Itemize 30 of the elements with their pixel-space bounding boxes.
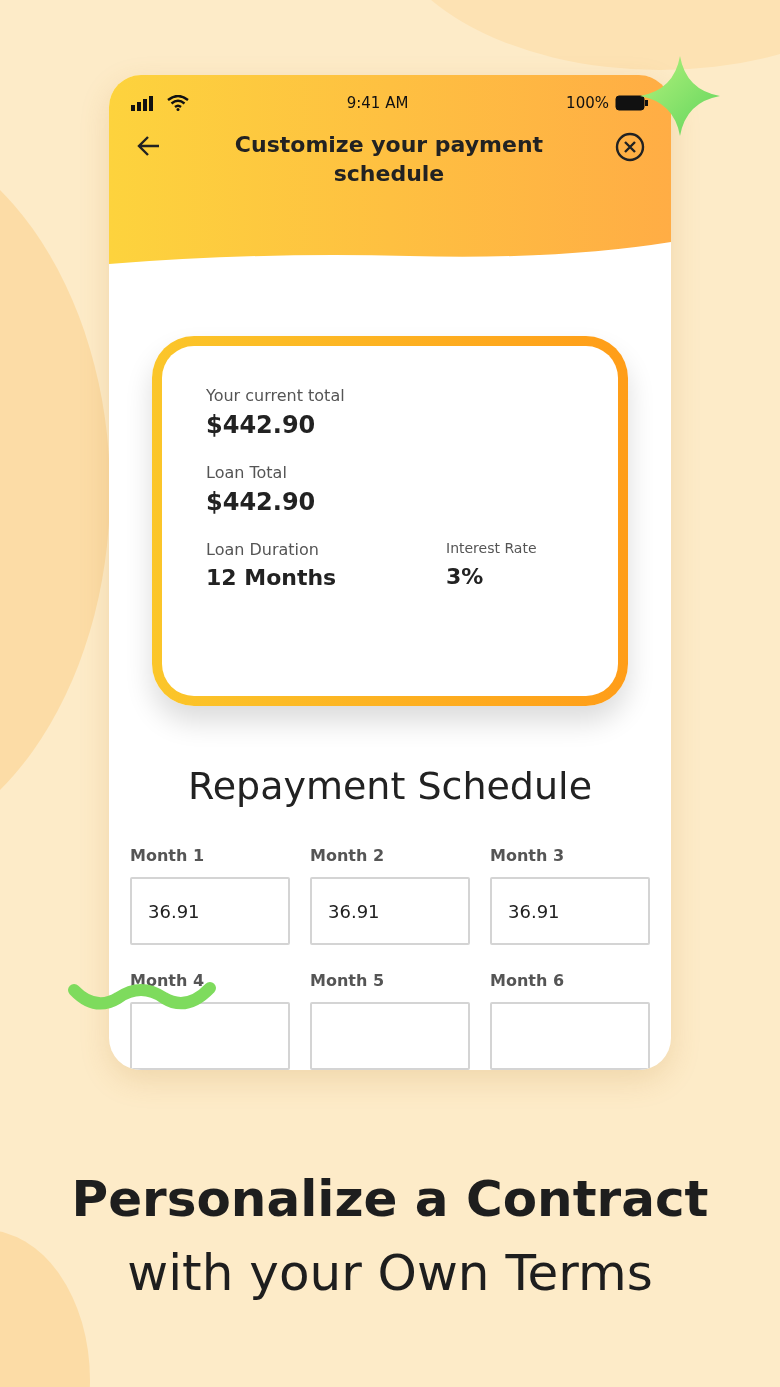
field-label: Your current total — [206, 386, 346, 406]
caption-headline: Personalize a Contract — [71, 1170, 709, 1228]
battery-percent: 100% — [566, 93, 609, 112]
amount-input[interactable]: 36.91 — [490, 877, 650, 945]
month-label: Month 4 — [130, 971, 206, 990]
close-icon — [615, 132, 645, 162]
field-label: Interest Rate — [446, 540, 538, 557]
amount: 3% — [446, 564, 485, 590]
sparkle-icon — [640, 56, 720, 136]
month-label: Month 2 — [310, 846, 386, 865]
amount-input[interactable] — [310, 1002, 470, 1070]
wifi-icon — [167, 94, 189, 111]
month-label: Month 5 — [310, 971, 386, 990]
clock-time: 9:41 AM — [346, 93, 409, 112]
amount: $442.90 — [206, 488, 317, 517]
month-label: Month 6 — [490, 971, 566, 990]
month-label: Month 3 — [490, 846, 566, 865]
amount: 12 Months — [206, 565, 338, 591]
battery-icon — [615, 94, 649, 111]
caption-subline: with your Own Terms — [127, 1244, 653, 1302]
amount-input[interactable]: 36.91 — [130, 877, 290, 945]
field-label: Loan Duration — [206, 540, 320, 560]
amount-input[interactable] — [490, 1002, 650, 1070]
field-label: Loan Total — [206, 463, 288, 483]
section-title: Repayment Schedule — [187, 764, 592, 808]
amount-input[interactable] — [130, 1002, 290, 1070]
amount: $442.90 — [206, 411, 317, 440]
month-label: Month 1 — [130, 846, 206, 865]
amount-input[interactable]: 36.91 — [310, 877, 470, 945]
screen-title: Customize your payment schedule — [233, 131, 545, 188]
